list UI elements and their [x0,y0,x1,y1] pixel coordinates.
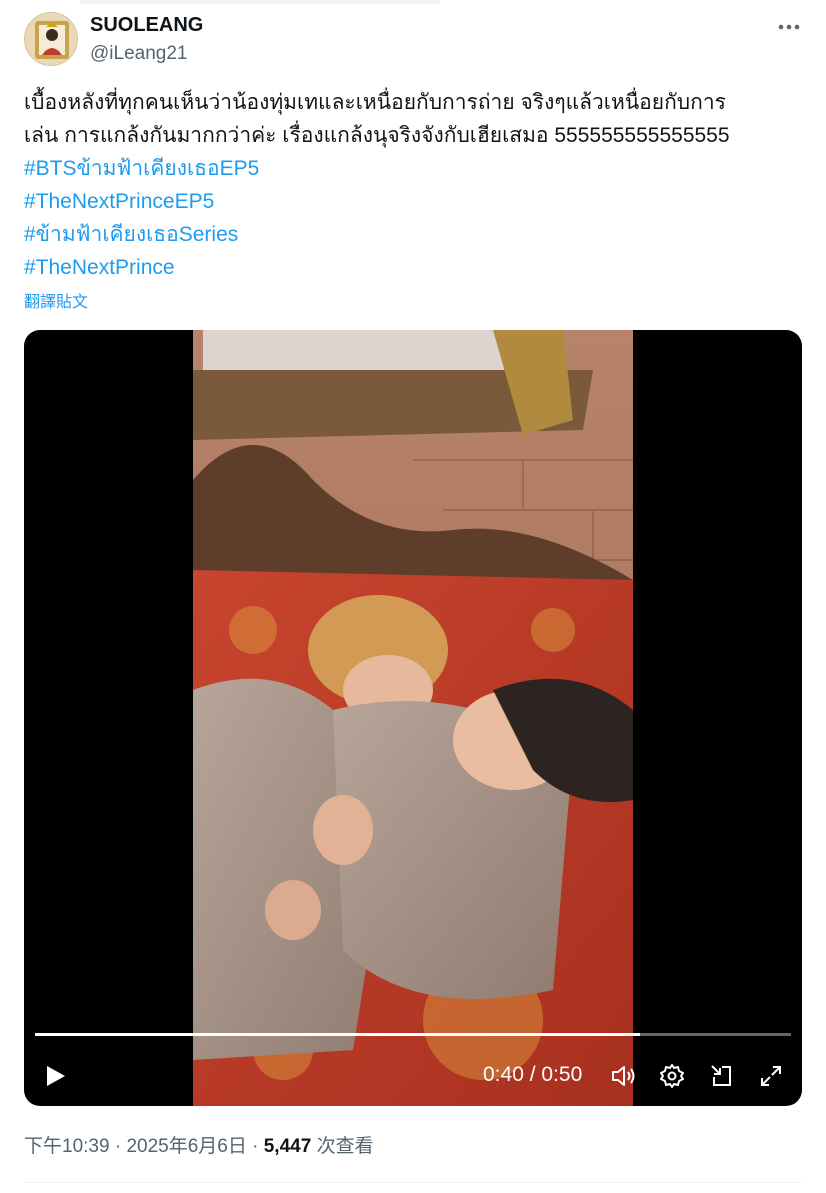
post-meta: 下午10:39 · 2025年6月6日 · 5,447 次查看 [24,1131,374,1158]
video-player[interactable]: 0:40 / 0:50 [24,330,802,1106]
more-dots-icon[interactable] [776,14,802,40]
hashtag-link[interactable]: #BTSข้ามฟ้าเคียงเธอEP5 [24,152,802,185]
views-count: 5,447 [263,1136,312,1157]
progress-bar-fill [35,1033,640,1036]
translate-post-link[interactable]: 翻譯貼文 [24,288,88,312]
pip-icon[interactable] [708,1062,736,1090]
fullscreen-icon[interactable] [757,1062,785,1090]
settings-icon[interactable] [658,1062,686,1090]
hashtag-link[interactable]: #TheNextPrince [24,251,802,284]
hashtag-link[interactable]: #TheNextPrinceEP5 [24,185,802,218]
hashtag-link[interactable]: #ข้ามฟ้าเคียงเธอSeries [24,218,802,251]
play-icon[interactable] [42,1063,68,1089]
post-text: เบื้องหลังที่ทุกคนเห็นว่าน้องทุ่มเทและเห… [24,86,802,284]
divider [24,1182,802,1183]
volume-icon[interactable] [609,1062,637,1090]
author-name[interactable]: SUOLEANG [90,14,203,37]
royal-portrait-avatar-icon [25,13,77,65]
meta-separator: · [246,1136,264,1157]
author-avatar[interactable] [24,12,78,66]
author-handle[interactable]: @iLeang21 [90,43,187,65]
views-label: 次查看 [316,1136,374,1157]
meta-separator: · [109,1136,127,1157]
post-header: SUOLEANG @iLeang21 [24,12,802,68]
video-time: 0:40 / 0:50 [483,1063,583,1086]
post-text-line-1: เบื้องหลังที่ทุกคนเห็นว่าน้องทุ่มเทและเห… [24,91,726,114]
post-date[interactable]: 2025年6月6日 [126,1136,246,1157]
post-time[interactable]: 下午10:39 [24,1136,110,1157]
top-edge-strip [80,0,440,4]
post-text-line-2: เล่น การแกล้งกันมากกว่าค่ะ เรื่องแกล้งนุ… [24,124,730,147]
video-frame [193,330,633,1106]
progress-bar[interactable] [35,1033,791,1036]
